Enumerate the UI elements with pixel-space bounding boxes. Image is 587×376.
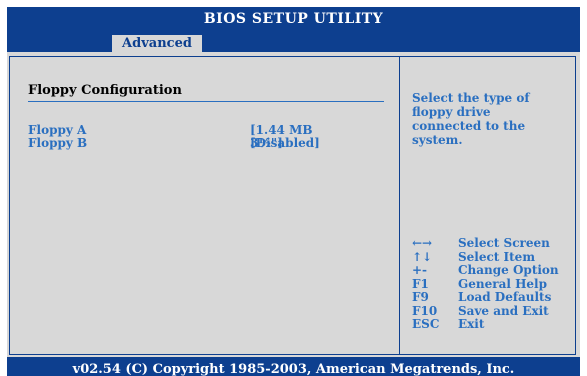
key: ↑↓ — [412, 249, 433, 264]
key-row-save-exit: F10 Save and Exit — [412, 303, 572, 319]
section-rule — [28, 101, 384, 102]
key-row-change-option: +- Change Option — [412, 263, 572, 278]
key-desc: Select Item — [458, 249, 536, 264]
key: F9 — [412, 290, 429, 304]
panel-divider — [399, 57, 400, 354]
key-desc: Load Defaults — [458, 290, 552, 304]
key: ESC — [412, 317, 440, 331]
key: F1 — [412, 276, 429, 291]
setting-floppy-b[interactable]: Floppy B [Disabled] — [28, 137, 348, 150]
tab-bar: Advanced — [7, 31, 580, 52]
key: ←→ — [412, 236, 433, 250]
key-desc: General Help — [458, 276, 547, 291]
key-desc: Change Option — [458, 263, 559, 277]
key: +- — [412, 263, 428, 277]
key: F10 — [412, 303, 438, 318]
key-legend: ←→ Select Screen ↑↓ Select Item +- Chang… — [412, 236, 572, 332]
setting-label: Floppy A — [28, 123, 87, 137]
key-desc: Select Screen — [458, 236, 550, 250]
app-title: BIOS SETUP UTILITY — [7, 7, 580, 31]
setting-label: Floppy B — [28, 136, 88, 150]
setting-value[interactable]: [Disabled] — [250, 137, 320, 150]
key-desc: Exit — [458, 317, 485, 331]
tab-advanced[interactable]: Advanced — [112, 35, 202, 52]
key-row-general-help: F1 General Help — [412, 276, 572, 292]
section-title: Floppy Configuration — [28, 83, 182, 98]
bios-window: BIOS SETUP UTILITY Advanced Floppy Confi… — [7, 7, 580, 376]
help-text: Select the type of floppy drive connecte… — [412, 91, 530, 147]
key-row-exit: ESC Exit — [412, 317, 572, 332]
key-row-select-screen: ←→ Select Screen — [412, 236, 572, 251]
key-row-select-item: ↑↓ Select Item — [412, 249, 572, 265]
main-panel: Floppy Configuration Floppy A [1.44 MB 3… — [9, 56, 576, 355]
copyright-footer: v02.54 (C) Copyright 1985-2003, American… — [7, 357, 580, 376]
key-desc: Save and Exit — [458, 303, 549, 318]
key-row-load-defaults: F9 Load Defaults — [412, 290, 572, 305]
